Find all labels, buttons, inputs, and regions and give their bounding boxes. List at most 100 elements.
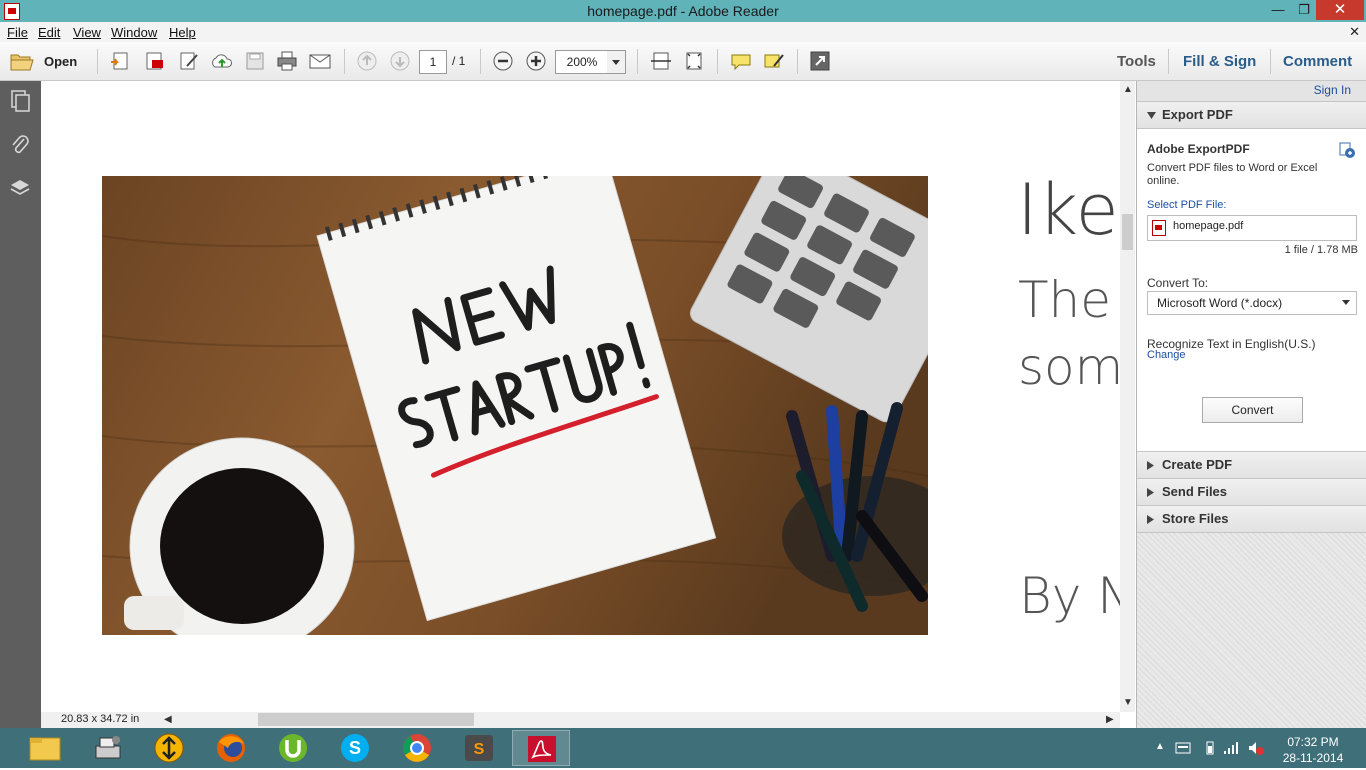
toolbar-separator [97, 49, 98, 74]
toolbar-separator [344, 49, 345, 74]
open-button[interactable]: Open [8, 50, 77, 72]
taskbar-skype[interactable]: S [326, 730, 384, 766]
zoom-out-icon[interactable] [491, 50, 515, 72]
battery-icon[interactable] [1205, 740, 1215, 756]
export-description: Convert PDF files to Word or Excel onlin… [1147, 162, 1318, 187]
edit-document-icon[interactable] [177, 50, 201, 72]
chevron-down-icon [1342, 300, 1350, 305]
page-size-label: 20.83 x 34.72 in [61, 713, 140, 725]
toolbar-separator [1270, 49, 1271, 74]
tools-pane: Sign In Export PDF Adobe ExportPDF Conve… [1136, 81, 1366, 729]
volume-muted-icon[interactable] [1247, 740, 1265, 756]
taskbar-chrome[interactable] [388, 730, 446, 766]
toolbar-separator [637, 49, 638, 74]
convert-format-select[interactable]: Microsoft Word (*.docx) [1147, 291, 1357, 315]
pdf-document-icon[interactable] [143, 50, 167, 72]
svg-text:S: S [474, 741, 485, 758]
fit-page-icon[interactable] [682, 50, 706, 72]
selected-file-field[interactable]: homepage.pdf [1147, 215, 1357, 241]
close-document-icon[interactable]: ✕ [1349, 24, 1360, 40]
navigation-pane [0, 81, 41, 728]
store-files-section-header[interactable]: Store Files [1137, 505, 1366, 532]
document-heading: Ike [1017, 169, 1119, 251]
export-pdf-section-header[interactable]: Export PDF [1137, 101, 1366, 128]
highlight-text-icon[interactable] [762, 50, 786, 72]
next-page-icon[interactable] [388, 50, 412, 72]
title-bar: homepage.pdf - Adobe Reader — ❐ ✕ [0, 0, 1366, 22]
create-pdf-icon[interactable] [109, 50, 133, 72]
attachment-icon[interactable] [8, 133, 32, 157]
collapsed-triangle-icon [1147, 515, 1154, 524]
convert-to-label: Convert To: [1147, 276, 1209, 290]
export-pdf-title: Export PDF [1162, 107, 1233, 122]
zoom-dropdown-button[interactable] [607, 50, 626, 74]
tab-fill-sign[interactable]: Fill & Sign [1183, 53, 1256, 70]
keyboard-icon[interactable] [1175, 741, 1191, 755]
taskbar-adobe-reader[interactable] [512, 730, 570, 766]
sign-in-link[interactable]: Sign In [1314, 83, 1351, 97]
file-size-info: 1 file / 1.78 MB [1284, 244, 1358, 256]
tab-comment[interactable]: Comment [1283, 53, 1352, 70]
taskbar-utorrent[interactable] [264, 730, 322, 766]
layers-icon[interactable] [8, 176, 32, 200]
pdf-file-icon [1152, 220, 1166, 236]
vertical-scroll-thumb[interactable] [1122, 214, 1133, 250]
taskbar: S S ▲ 07:32 PM 28-11-2014 [0, 728, 1366, 768]
save-icon[interactable] [243, 50, 267, 72]
page-thumbnails-icon[interactable] [8, 89, 32, 113]
taskbar-download-manager[interactable] [140, 730, 198, 766]
network-signal-icon[interactable] [1222, 740, 1240, 756]
horizontal-scrollbar[interactable]: 20.83 x 34.72 in ◀ ▶ [41, 712, 1120, 728]
fit-width-icon[interactable] [649, 50, 673, 72]
page-number-input[interactable]: 1 [419, 50, 447, 74]
clock-date: 28-11-2014 [1282, 751, 1344, 765]
skype-icon: S [341, 734, 369, 762]
folder-open-icon [10, 54, 34, 71]
full-screen-icon[interactable] [808, 50, 832, 72]
scroll-up-icon[interactable]: ▲ [1123, 84, 1133, 95]
horizontal-scroll-thumb[interactable] [258, 713, 474, 726]
cloud-upload-icon[interactable] [210, 50, 234, 72]
scroll-down-icon[interactable]: ▼ [1123, 697, 1133, 708]
zoom-level-input[interactable]: 200% [555, 50, 609, 74]
taskbar-file-explorer[interactable] [16, 730, 74, 766]
vertical-scrollbar[interactable]: ▲ ▼ [1120, 81, 1135, 712]
scroll-left-icon[interactable]: ◀ [164, 714, 172, 725]
pane-empty-area [1137, 532, 1366, 729]
create-pdf-section-header[interactable]: Create PDF [1137, 451, 1366, 478]
system-clock[interactable]: 07:32 PM 28-11-2014 [1278, 734, 1348, 766]
send-files-section-header[interactable]: Send Files [1137, 478, 1366, 505]
taskbar-firefox[interactable] [202, 730, 260, 766]
close-button[interactable]: ✕ [1316, 0, 1364, 20]
toolbar-separator [1168, 49, 1169, 74]
taskbar-printer[interactable] [78, 730, 136, 766]
tab-tools[interactable]: Tools [1117, 53, 1156, 70]
utorrent-icon [279, 734, 307, 762]
taskbar-sublime-text[interactable]: S [450, 730, 508, 766]
toolbar-separator [480, 49, 481, 74]
sticky-note-icon[interactable] [729, 50, 753, 72]
store-files-title: Store Files [1162, 511, 1229, 526]
email-icon[interactable] [308, 50, 332, 72]
menu-window[interactable]: Window [111, 25, 157, 40]
zoom-in-icon[interactable] [524, 50, 548, 72]
menu-view[interactable]: View [73, 25, 101, 40]
scroll-right-icon[interactable]: ▶ [1106, 714, 1114, 725]
menu-file[interactable]: File [7, 25, 28, 40]
clock-time: 07:32 PM [1287, 735, 1339, 749]
show-hidden-icons[interactable]: ▲ [1155, 741, 1165, 752]
select-pdf-label: Select PDF File: [1147, 199, 1227, 211]
convert-button[interactable]: Convert [1202, 397, 1303, 423]
document-view[interactable]: Ike The som By N [41, 81, 1120, 712]
open-label: Open [44, 54, 78, 69]
document-byline: By N [1019, 567, 1120, 625]
document-text-line: som [1018, 338, 1120, 396]
export-info-icon[interactable] [1338, 141, 1356, 159]
sublime-text-icon: S [465, 735, 493, 761]
download-manager-icon [154, 733, 184, 763]
menu-help[interactable]: Help [169, 25, 196, 40]
print-icon[interactable] [275, 50, 299, 72]
previous-page-icon[interactable] [355, 50, 379, 72]
menu-edit[interactable]: Edit [38, 25, 60, 40]
change-language-link[interactable]: Change [1147, 349, 1186, 361]
